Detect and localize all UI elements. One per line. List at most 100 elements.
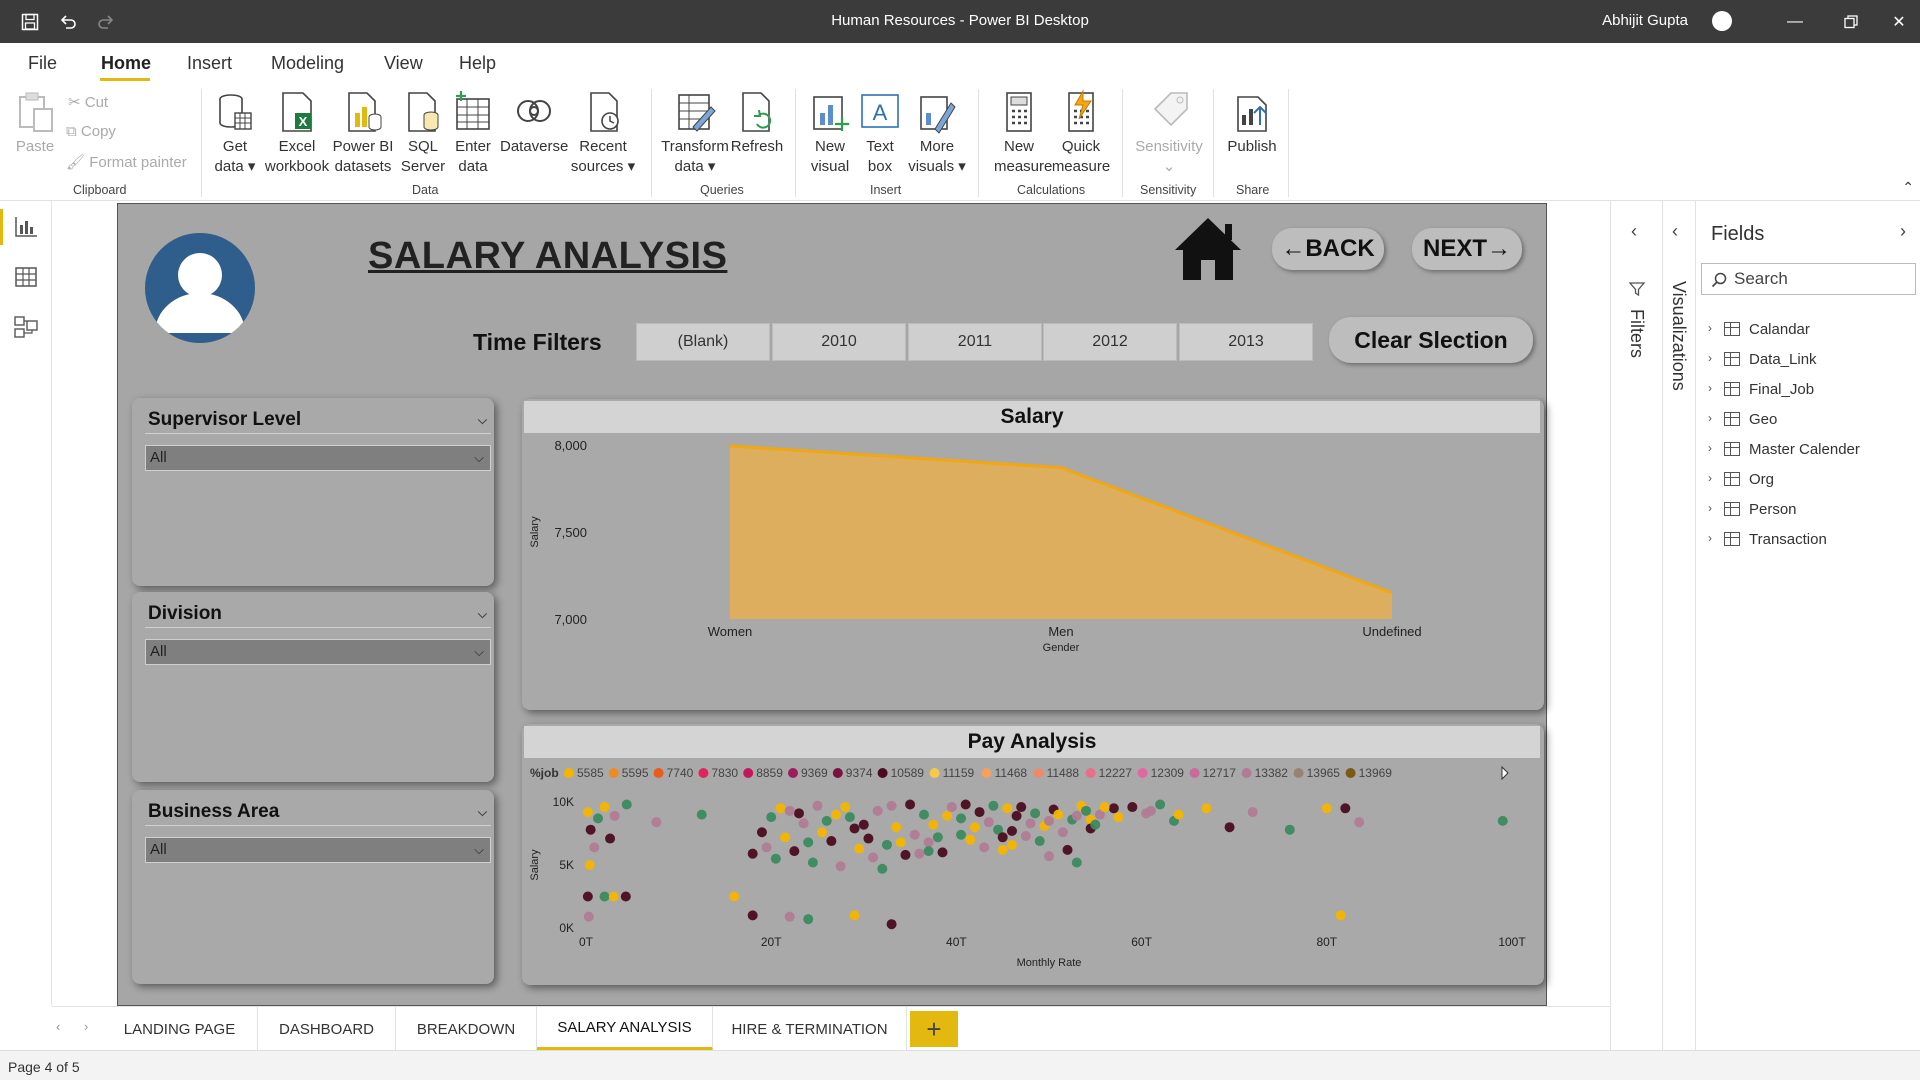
user-avatar[interactable] (1712, 11, 1732, 31)
dataverse-button[interactable]: Dataverse (500, 89, 568, 157)
slicer-dropdown[interactable]: All ⌵ (145, 837, 491, 863)
menu-file[interactable]: File (28, 53, 57, 74)
time-filter-2012[interactable]: 2012 (1043, 323, 1177, 361)
text-box-button[interactable]: A Text box (858, 89, 902, 177)
time-filters-label: Time Filters (473, 329, 602, 355)
dataverse-icon (517, 100, 551, 122)
ribbon-separator (1288, 89, 1289, 197)
more-visuals-button[interactable]: More visuals ▾ (906, 89, 968, 177)
close-button[interactable]: ✕ (1884, 8, 1914, 36)
new-measure-button[interactable]: New measure (994, 89, 1052, 177)
back-button[interactable]: ←BACK (1272, 228, 1384, 270)
legend-item: 11159 (943, 766, 975, 780)
scatter-point (1071, 810, 1082, 821)
get-data-button[interactable]: Get data ▾ (210, 89, 260, 177)
clear-selection-button[interactable]: Clear Slection (1329, 317, 1533, 363)
transform-data-button[interactable]: Transform data ▾ (660, 89, 730, 177)
tab-scroll-left-icon[interactable]: ‹ (56, 1019, 60, 1034)
add-page-button[interactable]: + (910, 1011, 958, 1047)
quick-measure-button[interactable]: Quick measure (1050, 89, 1112, 177)
slicer-header[interactable]: Business Area ⌵ (145, 798, 491, 826)
y-tick-label: 8,000 (554, 438, 587, 453)
scatter-point (1340, 803, 1351, 814)
recent-sources-button[interactable]: Recent sources ▾ (568, 89, 638, 177)
restore-button[interactable] (1836, 8, 1866, 36)
legend-item: 7740 (667, 766, 694, 780)
visualizations-label[interactable]: Visualizations (1668, 281, 1689, 391)
time-filter-2013[interactable]: 2013 (1179, 323, 1313, 361)
scatter-point (1071, 857, 1082, 868)
slicer-dropdown[interactable]: All ⌵ (145, 639, 491, 665)
legend-item: 12717 (1203, 766, 1237, 780)
salary-chart[interactable]: Salary 8,000 7,500 7,000 Salary Women Men Unde… (522, 399, 1544, 710)
slicer-header[interactable]: Division ⌵ (145, 600, 491, 628)
home-icon[interactable] (1171, 214, 1245, 284)
page-tab[interactable]: HIRE & TERMINATION (713, 1007, 907, 1051)
legend-marker (788, 768, 798, 778)
menu-home[interactable]: Home (101, 53, 151, 74)
slicer-dropdown[interactable]: All ⌵ (145, 445, 491, 471)
tab-scroll-right-icon[interactable]: › (84, 1019, 88, 1034)
scatter-point (770, 853, 781, 864)
collapse-fields-icon[interactable]: › (1900, 221, 1906, 242)
page-tab[interactable]: DASHBOARD (258, 1007, 396, 1051)
next-button[interactable]: NEXT→ (1412, 228, 1522, 270)
copy-button[interactable]: ⧉ Copy (66, 123, 116, 140)
fields-pane: Fields › Search › Calandar › Data_Link › Fi… (1695, 201, 1920, 1050)
time-filter-blank[interactable]: (Blank) (636, 323, 770, 361)
scatter-point (988, 800, 999, 811)
view-switcher (0, 201, 52, 1006)
minimize-button[interactable]: — (1780, 8, 1810, 36)
menu-insert[interactable]: Insert (187, 53, 232, 74)
refresh-button[interactable]: Refresh (730, 89, 784, 157)
y-tick-label: 5K (559, 858, 574, 872)
time-filter-2011[interactable]: 2011 (908, 323, 1042, 361)
legend-item: 8859 (756, 766, 783, 780)
user-name[interactable]: Abhijit Gupta (1602, 12, 1688, 29)
scatter-point (756, 827, 767, 838)
collapse-filters-icon[interactable]: ‹ (1631, 221, 1637, 242)
legend-marker (929, 768, 940, 778)
copy-icon: ⧉ (66, 123, 77, 140)
group-label-clipboard: Clipboard (73, 183, 127, 197)
group-label-share: Share (1236, 183, 1270, 197)
time-filter-2010[interactable]: 2010 (772, 323, 906, 361)
cut-button[interactable]: ✂ Cut (68, 93, 108, 111)
scatter-point (599, 802, 610, 813)
new-visual-button[interactable]: New visual (806, 89, 854, 177)
sql-server-button[interactable]: SQL Server (398, 89, 448, 177)
status-bar: Page 4 of 5 (0, 1050, 1920, 1080)
filters-label[interactable]: Filters (1626, 309, 1647, 358)
slicer-business-area: Business Area ⌵ All ⌵ (132, 790, 494, 984)
group-label-queries: Queries (700, 183, 744, 197)
scatter-point (905, 799, 916, 810)
pay-analysis-chart[interactable]: Pay Analysis %job 5585 5595 7740 7830 8859 936… (522, 724, 1544, 985)
paste-button[interactable]: Paste (14, 89, 56, 157)
model-view-icon[interactable] (13, 315, 39, 339)
excel-workbook-button[interactable]: X Excel workbook (262, 89, 332, 177)
scatter-point (582, 807, 593, 818)
format-painter-button[interactable]: 🖌 Format painter (66, 153, 187, 171)
menu-view[interactable]: View (384, 53, 423, 74)
collapse-ribbon-icon[interactable]: ⌃ (1902, 179, 1914, 196)
sensitivity-button[interactable]: Sensitivity ⌄ (1132, 89, 1206, 177)
publish-button[interactable]: Publish (1224, 89, 1280, 157)
table-icon (1724, 412, 1740, 426)
scatter-point (928, 819, 939, 830)
fields-search-input[interactable]: Search (1701, 263, 1916, 295)
x-tick-label: 0T (579, 935, 594, 949)
page-tab-active[interactable]: SALARY ANALYSIS (537, 1007, 713, 1051)
collapse-visualizations-icon[interactable]: ‹ (1672, 221, 1678, 242)
menu-help[interactable]: Help (459, 53, 496, 74)
report-view-icon[interactable] (13, 215, 39, 239)
page-tab[interactable]: LANDING PAGE (102, 1007, 258, 1051)
fields-title: Fields (1711, 223, 1765, 245)
scatter-point (1044, 815, 1054, 826)
slicer-header[interactable]: Supervisor Level ⌵ (145, 406, 491, 434)
power-bi-datasets-button[interactable]: Power BI datasets (332, 89, 394, 177)
enter-data-button[interactable]: Enter data (448, 89, 498, 177)
filter-icon (1629, 282, 1645, 297)
menu-modeling[interactable]: Modeling (271, 53, 344, 74)
page-tab[interactable]: BREAKDOWN (396, 1007, 537, 1051)
data-view-icon[interactable] (13, 265, 39, 289)
